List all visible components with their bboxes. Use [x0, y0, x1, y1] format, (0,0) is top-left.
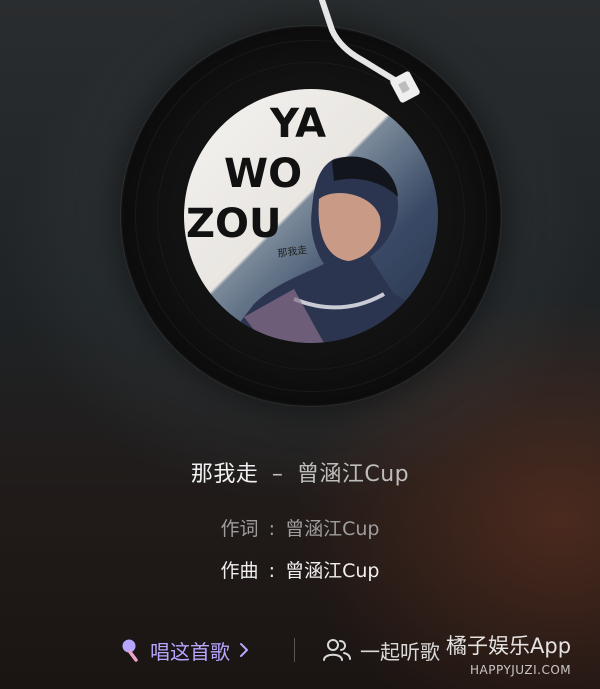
tonearm[interactable]	[300, 0, 440, 110]
watermark: 橘子娱乐App HAPPYJUZI.COM	[446, 630, 596, 682]
song-artist[interactable]: 曾涵江Cup	[297, 462, 409, 487]
cover-side-text: 那我走	[277, 244, 308, 260]
lyricist-separator: :	[268, 518, 276, 540]
two-people-icon	[323, 639, 351, 661]
listen-together-label: 一起听歌	[360, 639, 440, 664]
listen-together-button[interactable]: 一起听歌	[322, 634, 440, 666]
album-cover: YA WO ZOU 那我走	[184, 89, 438, 343]
song-title: 那我走	[190, 462, 259, 487]
actions-divider	[294, 638, 295, 662]
hair-shape	[332, 156, 398, 197]
player-screen: YA WO ZOU 那我走 那我走 – 曾涵江Cup 作词 : 曾涵江Cup 作…	[0, 0, 600, 689]
lyricist-credit: 作词 : 曾涵江Cup	[0, 514, 600, 541]
sing-this-song-label: 唱这首歌	[150, 639, 230, 664]
cover-text-line-2: WO	[224, 151, 302, 197]
necklace-shape	[293, 292, 385, 310]
title-separator: –	[271, 462, 284, 487]
face-shape	[318, 193, 381, 261]
watermark-url: HAPPYJUZI.COM	[470, 663, 572, 677]
cover-text-line-3: ZOU	[186, 201, 282, 247]
watermark-brand: 橘子娱乐App	[446, 634, 572, 658]
composer-separator: :	[268, 560, 276, 582]
shirt-stripes	[244, 289, 324, 343]
chevron-right-icon	[240, 643, 248, 657]
song-title-line: 那我走 – 曾涵江Cup	[0, 456, 600, 488]
lyricist-name: 曾涵江Cup	[285, 518, 380, 540]
person-silhouette	[224, 156, 438, 343]
composer-credit: 作曲 : 曾涵江Cup	[0, 556, 600, 583]
microphone-icon	[122, 639, 138, 662]
composer-name: 曾涵江Cup	[285, 560, 380, 582]
sing-this-song-button[interactable]: 唱这首歌	[120, 634, 250, 666]
lyricist-label: 作词	[220, 518, 259, 540]
composer-label: 作曲	[220, 560, 259, 582]
album-cover-art: YA WO ZOU 那我走	[186, 101, 438, 343]
